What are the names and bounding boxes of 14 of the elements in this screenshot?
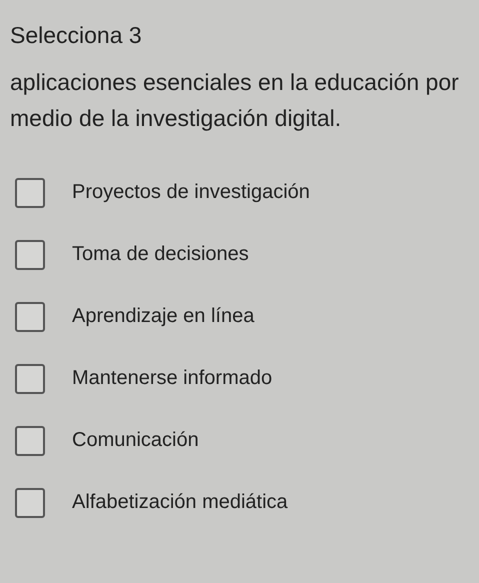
- option-label[interactable]: Proyectos de investigación: [72, 181, 310, 204]
- checkbox[interactable]: [15, 240, 45, 270]
- question-text: aplicaciones esenciales en la educación por medio de la investigación digital.: [10, 68, 460, 133]
- option-label[interactable]: Mantenerse informado: [72, 367, 272, 390]
- option-label[interactable]: Alfabetización mediática: [72, 491, 288, 514]
- checkbox[interactable]: [15, 488, 45, 518]
- checkbox[interactable]: [15, 426, 45, 456]
- question-heading: Selecciona 3: [10, 21, 143, 50]
- option-label[interactable]: Aprendizaje en línea: [72, 305, 254, 328]
- option-label[interactable]: Comunicación: [72, 429, 199, 452]
- checkbox[interactable]: [15, 178, 45, 208]
- checkbox[interactable]: [15, 364, 45, 394]
- option-label[interactable]: Toma de decisiones: [72, 243, 249, 266]
- checkbox[interactable]: [15, 302, 45, 332]
